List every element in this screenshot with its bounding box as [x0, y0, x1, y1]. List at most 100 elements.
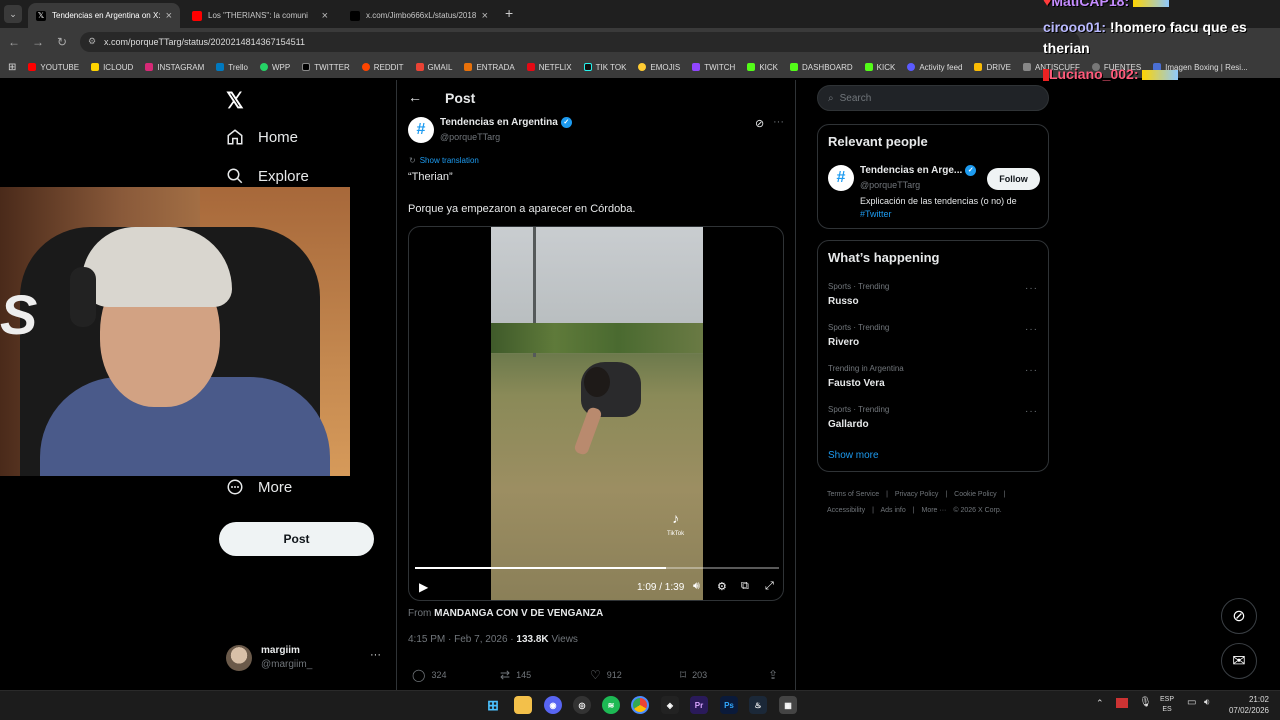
language-indicator[interactable]: ESP ES: [1160, 695, 1174, 715]
bookmark-emojis[interactable]: EMOJIS: [638, 63, 680, 72]
trend-item[interactable]: Trending in Argentina Fausto Vera: [828, 364, 904, 389]
bookmark-gmail[interactable]: GMAIL: [415, 63, 452, 72]
bookmark-reddit[interactable]: REDDIT: [361, 63, 404, 72]
calculator-icon[interactable]: ▦: [779, 696, 797, 714]
tray-app-icon[interactable]: [1116, 698, 1128, 708]
more-dots-icon[interactable]: ···: [1025, 324, 1038, 335]
compose-post-button[interactable]: Post: [219, 522, 374, 556]
author-avatar[interactable]: #: [408, 117, 434, 143]
trend-item[interactable]: Sports · Trending Gallardo: [828, 405, 889, 430]
more-dots-icon[interactable]: ···: [1025, 365, 1038, 376]
author-handle[interactable]: @porqueTTarg: [440, 132, 500, 142]
obs-icon[interactable]: ◎: [573, 696, 591, 714]
settings-icon[interactable]: ⚙: [717, 580, 727, 593]
tray-chevron-icon[interactable]: ⌃: [1096, 698, 1104, 709]
bookmark-twitter[interactable]: TWITTER: [302, 63, 350, 72]
like-button[interactable]: ♡ 912: [590, 668, 622, 682]
nav-home[interactable]: Home: [226, 128, 298, 146]
nav-more[interactable]: More: [226, 478, 292, 496]
fullscreen-icon[interactable]: ⤢: [765, 580, 774, 593]
person-name[interactable]: Tendencias en Arge... ✓: [860, 165, 977, 176]
video-player[interactable]: ♪ TikTok ▶ 1:09 / 1:39 🔊︎ ⚙ ⧉ ⤢: [408, 226, 784, 601]
x-logo-icon[interactable]: 𝕏: [226, 88, 244, 114]
more-dots-icon[interactable]: ···: [773, 116, 784, 128]
share-button[interactable]: ⇪: [768, 668, 778, 682]
bookmark-netflix[interactable]: NETFLIX: [526, 63, 572, 72]
close-tab-icon[interactable]: ×: [482, 10, 488, 22]
reload-icon[interactable]: ↻: [50, 35, 74, 49]
follow-button[interactable]: Follow: [987, 168, 1040, 190]
search-input[interactable]: ⌕ Search: [817, 85, 1049, 111]
from-source-link[interactable]: MANDANGA CON V DE VENGANZA: [434, 608, 603, 619]
nav-explore[interactable]: Explore: [226, 167, 309, 185]
footer-link-accessibility[interactable]: Accessibility: [827, 507, 865, 514]
bookmark-instagram[interactable]: INSTAGRAM: [145, 63, 204, 72]
forward-icon[interactable]: →: [26, 35, 50, 49]
bookmark-trello[interactable]: Trello: [216, 63, 248, 72]
bookmark-dashboard[interactable]: DASHBOARD: [789, 63, 853, 72]
person-bio-hashtag[interactable]: #Twitter: [860, 209, 892, 219]
more-dots-icon[interactable]: ···: [1025, 283, 1038, 294]
discord-icon[interactable]: ◉: [544, 696, 562, 714]
bookmark-kick[interactable]: KICK: [747, 63, 778, 72]
bookmark-youtube[interactable]: YOUTUBE: [28, 63, 79, 72]
grok-fab-button[interactable]: ⊘: [1221, 598, 1257, 634]
trend-item[interactable]: Sports · Trending Rivero: [828, 323, 889, 348]
reply-button[interactable]: ◯ 324: [412, 668, 446, 682]
footer-link-terms[interactable]: Terms of Service: [827, 491, 879, 498]
chrome-icon[interactable]: [631, 696, 649, 714]
new-tab-button[interactable]: +: [505, 5, 513, 21]
footer-link-privacy[interactable]: Privacy Policy: [895, 491, 939, 498]
messages-fab-button[interactable]: ✉: [1221, 643, 1257, 679]
bookmark-twitch[interactable]: TWITCH: [692, 63, 735, 72]
volume-tray-icon[interactable]: 🔉︎: [1204, 697, 1210, 708]
tab-search-dropdown-button[interactable]: ⌄: [4, 5, 22, 23]
browser-tab[interactable]: x.com/Jimbo666xL/status/2018 ×: [342, 3, 496, 28]
bookmark-kick-2[interactable]: KICK: [864, 63, 895, 72]
show-more-link[interactable]: Show more: [828, 450, 879, 461]
video-progress-track[interactable]: [415, 567, 779, 569]
footer-link-cookie[interactable]: Cookie Policy: [954, 491, 996, 498]
show-translation-link[interactable]: ↻ Show translation: [409, 156, 479, 165]
bookmark-tiktok[interactable]: TIK TOK: [583, 63, 626, 72]
footer-link-ads-info[interactable]: Ads info: [880, 507, 905, 514]
close-tab-icon[interactable]: ×: [166, 10, 172, 22]
bookmark-wpp[interactable]: WPP: [259, 63, 290, 72]
spotify-icon[interactable]: ≋: [602, 696, 620, 714]
apps-icon[interactable]: ⊞: [8, 62, 16, 73]
account-switcher[interactable]: margiim @margiim_ ···: [226, 643, 386, 675]
premiere-icon[interactable]: Pr: [690, 696, 708, 714]
file-explorer-icon[interactable]: [514, 696, 532, 714]
bookmark-entrada[interactable]: ENTRADA: [464, 63, 515, 72]
bookmark-button[interactable]: ⌑ 203: [680, 668, 707, 682]
clock[interactable]: 21:02 07/02/2026: [1225, 694, 1269, 716]
pip-icon[interactable]: ⧉: [741, 580, 749, 593]
network-icon[interactable]: ▭: [1187, 697, 1196, 708]
trend-item[interactable]: Sports · Trending Russo: [828, 282, 889, 307]
browser-tab[interactable]: Los "THERIANS": la comuni ×: [184, 3, 336, 28]
back-arrow-icon[interactable]: ←: [408, 89, 422, 105]
play-icon[interactable]: ▶: [419, 580, 428, 594]
app-icon[interactable]: ◈: [661, 696, 679, 714]
repost-button[interactable]: ⇄ 145: [500, 668, 531, 682]
bookmark-icloud[interactable]: ICLOUD: [91, 63, 133, 72]
close-tab-icon[interactable]: ×: [322, 10, 328, 22]
volume-icon[interactable]: 🔊︎: [693, 580, 700, 593]
microphone-icon[interactable]: 🎙︎: [1139, 697, 1152, 708]
back-icon[interactable]: ←: [2, 35, 26, 49]
person-avatar[interactable]: #: [828, 165, 854, 191]
steam-icon[interactable]: ♨: [749, 696, 767, 714]
browser-tab-active[interactable]: 𝕏 Tendencias en Argentina on X: ×: [28, 3, 180, 28]
more-dots-icon[interactable]: ···: [1025, 406, 1038, 417]
address-bar[interactable]: ⚙ x.com/porqueTTarg/status/2020214814367…: [80, 32, 1080, 52]
bookmark-activity-feed[interactable]: Activity feed: [907, 63, 962, 72]
author-name[interactable]: Tendencias en Argentina ✓: [440, 117, 572, 128]
grok-icon[interactable]: ⊘: [755, 117, 764, 130]
bookmark-drive[interactable]: DRIVE: [974, 63, 1011, 72]
photoshop-icon[interactable]: Ps: [720, 696, 738, 714]
footer-link-more[interactable]: More ···: [922, 507, 947, 514]
site-info-icon[interactable]: ⚙: [88, 36, 96, 47]
post-timestamp[interactable]: 4:15 PM · Feb 7, 2026 ·: [408, 634, 514, 645]
more-dots-icon[interactable]: ···: [370, 649, 381, 661]
windows-start-icon[interactable]: ⊞: [484, 696, 502, 714]
